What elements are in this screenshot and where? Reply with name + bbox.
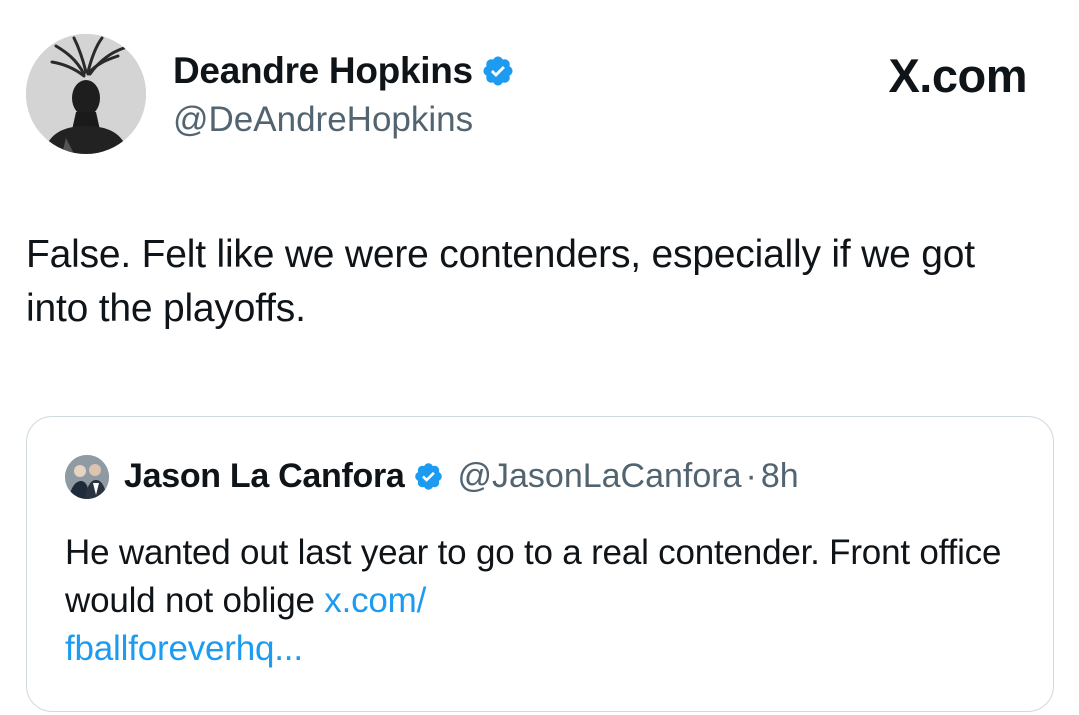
quoted-tweet-link-part2: fballforeverhq...	[65, 629, 303, 668]
quoted-author-avatar	[65, 455, 109, 499]
author-name-text: Deandre Hopkins	[173, 50, 473, 91]
author-name[interactable]: Deandre Hopkins	[173, 50, 515, 92]
quoted-tweet-time[interactable]: 8h	[761, 457, 799, 496]
quoted-tweet-body: He wanted out last year to go to a real …	[65, 533, 1002, 620]
tweet-text: False. Felt like we were contenders, esp…	[26, 233, 975, 330]
site-logo: X.com	[888, 49, 1027, 102]
quoted-tweet-text: He wanted out last year to go to a real …	[65, 529, 1025, 673]
verified-badge-icon	[414, 463, 442, 490]
separator-dot: ·	[745, 457, 757, 495]
verified-badge-icon	[483, 56, 513, 86]
quoted-author-avatar-image	[65, 455, 109, 499]
author-avatar[interactable]	[26, 34, 146, 154]
quoted-author-handle[interactable]: @JasonLaCanfora	[458, 457, 742, 496]
author-avatar-image	[26, 34, 146, 154]
quoted-tweet-card[interactable]: Jason La Canfora @JasonLaCanfora · 8h He…	[26, 416, 1054, 712]
author-handle[interactable]: @DeAndreHopkins	[173, 100, 473, 140]
quoted-tweet-header: Jason La Canfora @JasonLaCanfora · 8h	[124, 457, 799, 496]
quoted-tweet-link-part1: x.com/	[324, 581, 427, 620]
quoted-author-name[interactable]: Jason La Canfora	[124, 457, 405, 496]
